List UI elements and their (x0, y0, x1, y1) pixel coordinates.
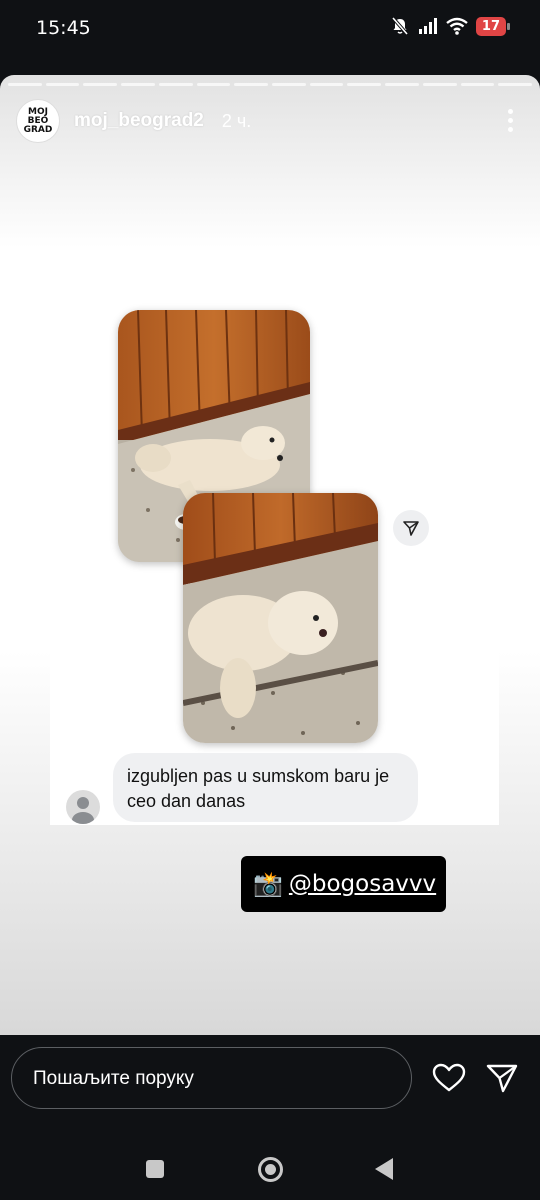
progress-segment (309, 83, 344, 86)
back-button[interactable] (375, 1158, 393, 1180)
progress-segment (498, 83, 533, 86)
story-username[interactable]: moj_beograd2 (74, 110, 204, 132)
bell-muted-icon (391, 16, 409, 36)
status-icons: 17 (390, 16, 511, 36)
progress-segment (121, 83, 155, 86)
status-time: 15:45 (36, 17, 91, 39)
home-button[interactable] (258, 1157, 283, 1182)
dog-photo-2 (183, 493, 378, 743)
progress-segment (8, 83, 42, 86)
camera-flash-emoji: 📸 (253, 870, 283, 898)
sender-avatar (66, 790, 100, 824)
account-avatar[interactable]: MOJ BEO GRAD (16, 99, 60, 143)
send-icon[interactable] (486, 1063, 518, 1098)
progress-segment (234, 83, 269, 86)
signal-icon (418, 18, 437, 34)
message-input[interactable]: Пошаљите поруку (11, 1047, 412, 1109)
progress-segment (347, 83, 382, 86)
progress-segment (422, 83, 457, 86)
status-bar: 15:45 17 (0, 0, 540, 60)
story-progress (8, 83, 533, 86)
battery-badge: 17 (475, 16, 511, 36)
paper-plane-icon[interactable] (393, 510, 429, 546)
story-header: MOJ BEO GRAD moj_beograd2 2 ч. (16, 99, 251, 143)
progress-segment (83, 83, 118, 86)
progress-segment (158, 83, 193, 86)
progress-segment (460, 83, 495, 86)
system-nav-bar (0, 1125, 540, 1200)
heart-icon[interactable] (432, 1063, 466, 1098)
reply-bar: Пошаљите поруку (0, 1035, 540, 1125)
mention-handle[interactable]: @bogosavvv (289, 871, 436, 897)
more-vertical-icon[interactable] (508, 109, 514, 136)
wifi-icon (446, 17, 468, 35)
mention-sticker[interactable]: 📸 @bogosavvv (241, 856, 446, 912)
shared-post-card: izgubljen pas u sumskom baru je ceo dan … (50, 298, 499, 825)
logo-text: MOJ BEO GRAD (23, 106, 53, 135)
story-time-ago: 2 ч. (221, 110, 252, 131)
progress-segment (272, 83, 306, 86)
progress-segment (385, 83, 419, 86)
story-view[interactable]: MOJ BEO GRAD moj_beograd2 2 ч. izgubljen… (0, 75, 540, 1035)
recents-button[interactable] (146, 1160, 164, 1178)
progress-segment (45, 83, 80, 86)
progress-segment (196, 83, 231, 86)
message-bubble: izgubljen pas u sumskom baru je ceo dan … (113, 753, 418, 822)
